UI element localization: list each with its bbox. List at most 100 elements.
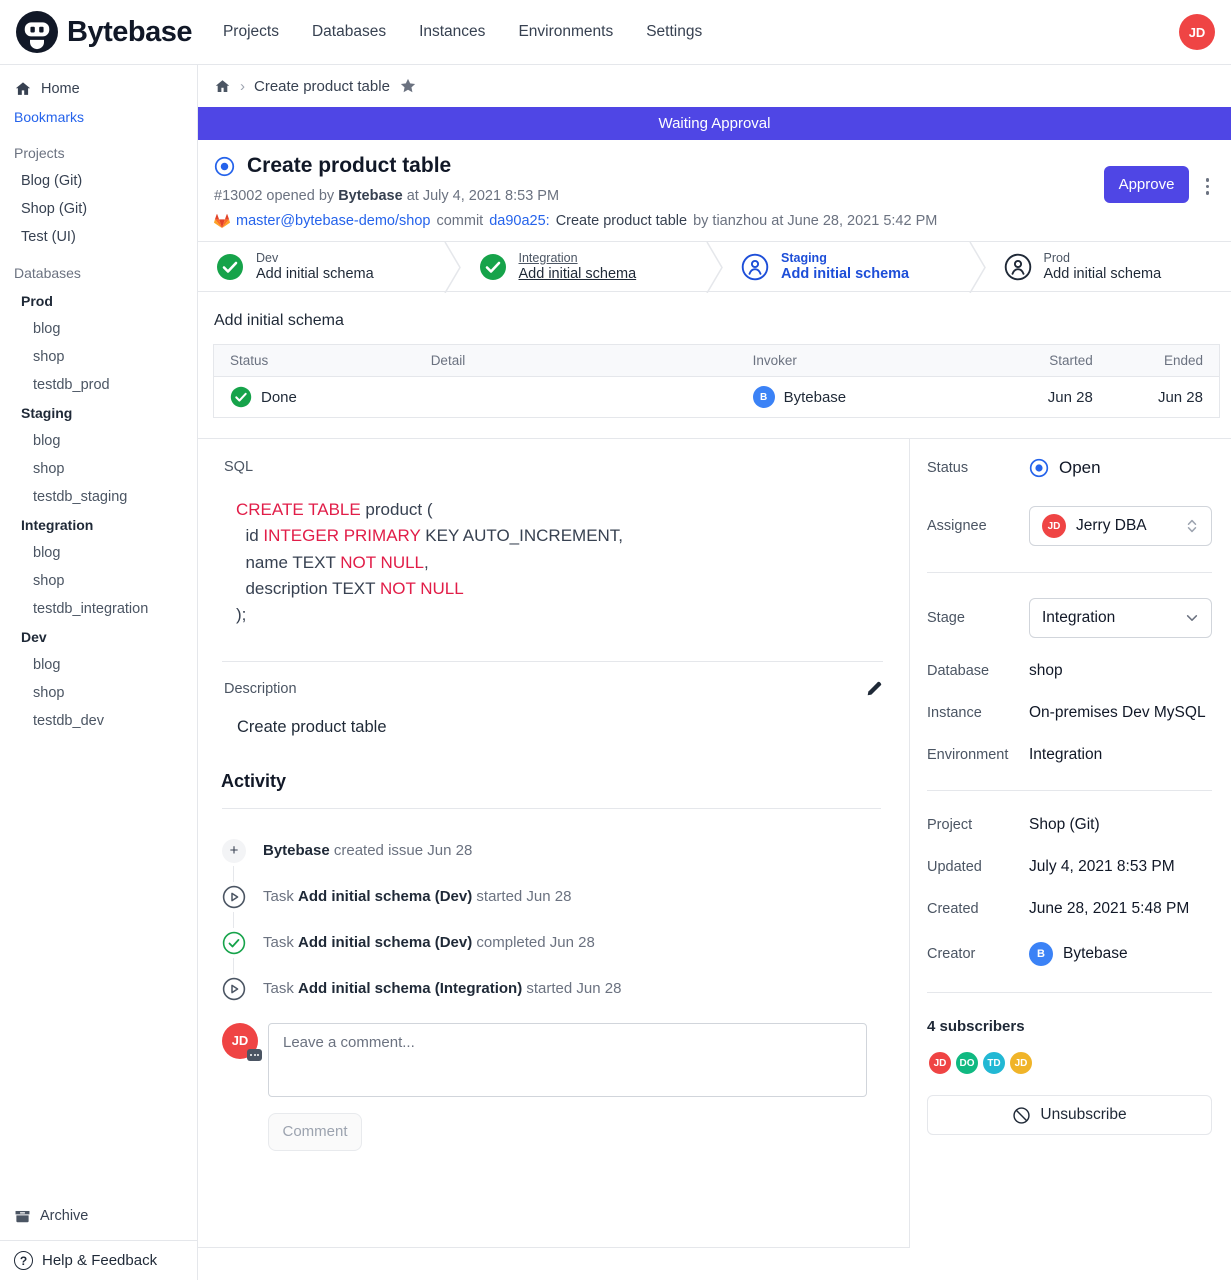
sidebar-env-dev[interactable]: Dev	[0, 623, 197, 651]
help-icon: ?	[14, 1251, 33, 1270]
assignee-value: Jerry DBA	[1076, 517, 1175, 535]
check-circle-icon	[479, 253, 507, 281]
brand-wordmark: Bytebase	[67, 16, 192, 49]
sidebar-db-item[interactable]: testdb_staging	[0, 483, 197, 511]
sidebar-env-staging[interactable]: Staging	[0, 399, 197, 427]
sidebar-project-shop[interactable]: Shop (Git)	[0, 195, 197, 223]
commit-branch-link[interactable]: master@bytebase-demo/shop	[236, 213, 430, 229]
sidebar-db-item[interactable]: blog	[0, 651, 197, 679]
instance-value: On-premises Dev MySQL	[1029, 704, 1206, 722]
divider	[222, 808, 881, 809]
sidebar-db-item[interactable]: shop	[0, 455, 197, 483]
edit-pencil-icon[interactable]	[863, 678, 885, 700]
subscriber-avatar: DO	[954, 1050, 980, 1076]
stage-select[interactable]: Integration	[1029, 598, 1212, 638]
help-feedback-button[interactable]: ? Help & Feedback	[0, 1240, 197, 1280]
divider	[927, 790, 1212, 791]
sidebar-env-prod[interactable]: Prod	[0, 287, 197, 315]
assignee-select[interactable]: JD Jerry DBA	[1029, 506, 1212, 546]
activity-item: + Bytebase created issue Jun 28	[222, 839, 883, 863]
unsubscribe-button[interactable]: Unsubscribe	[927, 1095, 1212, 1135]
assignee-avatar: JD	[1042, 514, 1066, 538]
task-detail	[415, 377, 737, 418]
nav-environments[interactable]: Environments	[518, 23, 613, 41]
subscriber-avatar: JD	[927, 1050, 953, 1076]
bookmark-star-icon[interactable]	[399, 77, 417, 95]
subscribers-avatars: JD DO TD JD	[927, 1050, 1212, 1076]
sidebar-item-archive[interactable]: Archive	[0, 1202, 197, 1230]
sidebar-db-item[interactable]: testdb_integration	[0, 595, 197, 623]
instance-label: Instance	[927, 705, 1029, 721]
environment-value: Integration	[1029, 746, 1102, 764]
done-check-icon	[230, 386, 252, 408]
stage-staging[interactable]: Staging Add initial schema	[723, 242, 969, 291]
bytebase-logo[interactable]: Bytebase	[16, 11, 192, 53]
issue-meta: #13002 opened by Bytebase at July 4, 202…	[214, 188, 1215, 204]
task-started: Jun 28	[978, 377, 1109, 418]
issue-author: Bytebase	[338, 188, 402, 204]
col-started: Started	[978, 345, 1109, 377]
commit-hash-link[interactable]: da90a25:	[489, 213, 549, 229]
sql-label: SQL	[224, 459, 883, 475]
stage-prod[interactable]: Prod Add initial schema	[986, 242, 1231, 291]
stage-integration[interactable]: Integration Add initial schema	[461, 242, 707, 291]
nav-databases[interactable]: Databases	[312, 23, 386, 41]
play-circle-icon	[222, 977, 246, 1001]
sidebar-databases-header: Databases	[0, 259, 197, 287]
sidebar-db-item[interactable]: testdb_dev	[0, 707, 197, 735]
activity-timeline: + Bytebase created issue Jun 28 Task Add…	[222, 839, 883, 1001]
circle-slash-icon	[1012, 1106, 1031, 1125]
commit-byline: by tianzhou at June 28, 2021 5:42 PM	[693, 213, 937, 229]
comment-button[interactable]: Comment	[268, 1113, 362, 1151]
subscriber-avatar: TD	[981, 1050, 1007, 1076]
nav-settings[interactable]: Settings	[646, 23, 702, 41]
approve-button[interactable]: Approve	[1104, 166, 1189, 203]
task-status: Done	[261, 389, 297, 406]
bytebase-logo-icon	[16, 11, 58, 53]
sidebar-db-item[interactable]: blog	[0, 427, 197, 455]
issue-side-panel: Status Open Assignee JD Jerry DBA	[910, 439, 1231, 1280]
updated-value: July 4, 2021 8:53 PM	[1029, 858, 1175, 876]
sidebar-archive-label: Archive	[40, 1208, 88, 1224]
divider	[927, 572, 1212, 573]
creator-label: Creator	[927, 946, 1029, 962]
sidebar-item-bookmarks[interactable]: Bookmarks	[0, 103, 197, 131]
col-ended: Ended	[1109, 345, 1220, 377]
chevron-down-icon	[1185, 611, 1199, 625]
stage-separator	[444, 242, 461, 293]
sidebar-db-item[interactable]: shop	[0, 679, 197, 707]
activity-title: Activity	[221, 771, 883, 792]
sidebar-env-integration[interactable]: Integration	[0, 511, 197, 539]
issue-open-icon	[214, 156, 235, 177]
table-row[interactable]: Done B Bytebase Jun 28 Jun 28	[214, 377, 1220, 418]
stage-dev[interactable]: Dev Add initial schema	[198, 242, 444, 291]
description-content: Create product table	[237, 718, 883, 737]
main-content: › Create product table Waiting Approval …	[198, 65, 1231, 1280]
sidebar-db-item[interactable]: shop	[0, 343, 197, 371]
nav-projects[interactable]: Projects	[223, 23, 279, 41]
breadcrumb-home-icon[interactable]	[214, 78, 231, 95]
task-table: Status Detail Invoker Started Ended Do	[213, 344, 1220, 418]
stage-pipeline: Dev Add initial schema Integration Add i…	[198, 241, 1231, 292]
commit-message: Create product table	[556, 213, 687, 229]
more-actions-icon[interactable]	[1202, 174, 1214, 199]
stage-separator	[706, 242, 723, 293]
sidebar-db-item[interactable]: shop	[0, 567, 197, 595]
stage-label: Stage	[927, 610, 1029, 626]
sidebar-project-blog[interactable]: Blog (Git)	[0, 167, 197, 195]
updated-label: Updated	[927, 859, 1029, 875]
sidebar-db-item[interactable]: blog	[0, 539, 197, 567]
stage-separator	[969, 242, 986, 293]
sidebar-db-item[interactable]: blog	[0, 315, 197, 343]
sidebar-project-test[interactable]: Test (UI)	[0, 223, 197, 251]
comment-input[interactable]	[268, 1023, 867, 1097]
sidebar-item-home[interactable]: Home	[0, 75, 197, 103]
up-down-chevron-icon	[1185, 518, 1199, 534]
open-radio-icon	[1029, 458, 1049, 478]
user-avatar[interactable]: JD	[1179, 14, 1215, 50]
nav-instances[interactable]: Instances	[419, 23, 485, 41]
primary-nav: Projects Databases Instances Environment…	[223, 23, 1179, 41]
issue-title: Create product table	[247, 154, 451, 178]
sidebar-db-item[interactable]: testdb_prod	[0, 371, 197, 399]
sql-code: CREATE TABLE product ( id INTEGER PRIMAR…	[236, 497, 883, 629]
